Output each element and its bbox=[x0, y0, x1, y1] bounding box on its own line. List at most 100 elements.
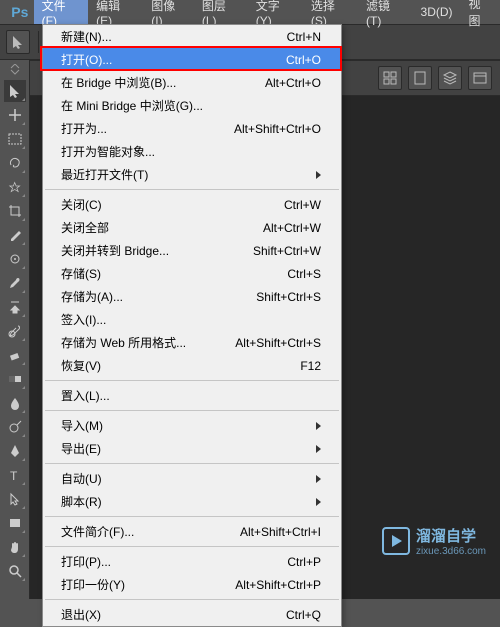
menu-item-label: 打开(O)... bbox=[61, 51, 112, 68]
menu-item-shortcut: Alt+Shift+Ctrl+P bbox=[235, 578, 321, 592]
menubar: Ps 文件(F)编辑(E)图像(I)图层(L)文字(Y)选择(S)滤镜(T)3D… bbox=[0, 0, 500, 24]
menu-item-9[interactable]: 关闭全部Alt+Ctrl+W bbox=[43, 216, 341, 239]
menu-item-label: 关闭(C) bbox=[61, 196, 102, 213]
menu-item-0[interactable]: 新建(N)...Ctrl+N bbox=[43, 25, 341, 48]
doc-icon[interactable] bbox=[408, 66, 432, 90]
menu-item-shortcut: Ctrl+N bbox=[287, 30, 321, 44]
menu-5[interactable]: 选择(S) bbox=[303, 0, 358, 24]
menu-item-10[interactable]: 关闭并转到 Bridge... Shift+Ctrl+W bbox=[43, 239, 341, 262]
eyedropper-tool[interactable] bbox=[4, 224, 26, 246]
menu-item-25[interactable]: 文件简介(F)...Alt+Shift+Ctrl+I bbox=[43, 520, 341, 543]
menu-7[interactable]: 3D(D) bbox=[413, 0, 461, 24]
menu-item-1[interactable]: 打开(O)... Ctrl+O bbox=[43, 48, 341, 71]
menu-item-label: 打印(P)... bbox=[61, 553, 111, 570]
hand-tool[interactable] bbox=[4, 536, 26, 558]
menu-item-shortcut: Alt+Ctrl+O bbox=[265, 76, 321, 90]
spot-heal-tool[interactable] bbox=[4, 248, 26, 270]
panel-collapse-icon[interactable] bbox=[4, 66, 26, 78]
watermark-sub: zixue.3d66.com bbox=[416, 546, 486, 557]
crop-tool[interactable] bbox=[4, 200, 26, 222]
pen-tool[interactable] bbox=[4, 440, 26, 462]
menu-item-shortcut: Ctrl+O bbox=[286, 53, 321, 67]
menu-separator bbox=[45, 546, 339, 547]
brush-tool[interactable] bbox=[4, 272, 26, 294]
menu-item-3[interactable]: 在 Mini Bridge 中浏览(G)... bbox=[43, 94, 341, 117]
menu-item-28[interactable]: 打印一份(Y) Alt+Shift+Ctrl+P bbox=[43, 573, 341, 596]
move-tool[interactable] bbox=[4, 80, 26, 102]
menu-item-4[interactable]: 打开为... Alt+Shift+Ctrl+O bbox=[43, 117, 341, 140]
rectangle-tool[interactable] bbox=[4, 512, 26, 534]
menu-item-27[interactable]: 打印(P)...Ctrl+P bbox=[43, 550, 341, 573]
menu-item-label: 签入(I)... bbox=[61, 311, 106, 328]
menu-item-shortcut: Alt+Shift+Ctrl+I bbox=[240, 525, 321, 539]
extras-icon[interactable] bbox=[468, 66, 492, 90]
menu-item-label: 导入(M) bbox=[61, 417, 103, 434]
menu-item-17[interactable]: 置入(L)... bbox=[43, 384, 341, 407]
app-logo: Ps bbox=[6, 3, 34, 21]
menu-item-2[interactable]: 在 Bridge 中浏览(B)... Alt+Ctrl+O bbox=[43, 71, 341, 94]
quick-select-tool[interactable] bbox=[4, 176, 26, 198]
arrange-icon[interactable] bbox=[378, 66, 402, 90]
tool-panel: T bbox=[0, 60, 30, 599]
tool-preset-button[interactable] bbox=[6, 30, 30, 54]
menu-item-22[interactable]: 自动(U) bbox=[43, 467, 341, 490]
menu-8[interactable]: 视图 bbox=[461, 0, 500, 24]
file-menu-dropdown: 新建(N)...Ctrl+N 打开(O)... Ctrl+O 在 Bridge 中浏览… bbox=[42, 24, 342, 627]
menu-item-15[interactable]: 恢复(V)F12 bbox=[43, 354, 341, 377]
menu-item-shortcut: Alt+Shift+Ctrl+O bbox=[234, 122, 321, 136]
zoom-tool[interactable] bbox=[4, 560, 26, 582]
menu-separator bbox=[45, 599, 339, 600]
blur-tool[interactable] bbox=[4, 392, 26, 414]
menu-item-12[interactable]: 存储为(A)...Shift+Ctrl+S bbox=[43, 285, 341, 308]
menu-separator bbox=[45, 410, 339, 411]
menu-item-label: 最近打开文件(T) bbox=[61, 166, 148, 183]
watermark-title: 溜溜自学 bbox=[416, 525, 486, 546]
menu-item-label: 脚本(R) bbox=[61, 493, 102, 510]
history-brush-tool[interactable] bbox=[4, 320, 26, 342]
menu-item-label: 在 Mini Bridge 中浏览(G)... bbox=[61, 97, 203, 114]
menu-item-14[interactable]: 存储为 Web 所用格式... Alt+Shift+Ctrl+S bbox=[43, 331, 341, 354]
menu-separator bbox=[45, 380, 339, 381]
menu-item-label: 在 Bridge 中浏览(B)... bbox=[61, 74, 176, 91]
menu-item-19[interactable]: 导入(M) bbox=[43, 414, 341, 437]
menu-item-13[interactable]: 签入(I)... bbox=[43, 308, 341, 331]
lasso-tool[interactable] bbox=[4, 152, 26, 174]
menu-item-23[interactable]: 脚本(R) bbox=[43, 490, 341, 513]
layers-icon[interactable] bbox=[438, 66, 462, 90]
menu-item-label: 打印一份(Y) bbox=[61, 576, 125, 593]
submenu-arrow-icon bbox=[316, 422, 321, 430]
menu-item-20[interactable]: 导出(E) bbox=[43, 437, 341, 460]
expand-tool[interactable] bbox=[4, 104, 26, 126]
eraser-tool[interactable] bbox=[4, 344, 26, 366]
menu-item-shortcut: Alt+Shift+Ctrl+S bbox=[235, 336, 321, 350]
menu-item-11[interactable]: 存储(S)Ctrl+S bbox=[43, 262, 341, 285]
svg-text:T: T bbox=[10, 469, 18, 483]
clone-tool[interactable] bbox=[4, 296, 26, 318]
menu-item-shortcut: Ctrl+W bbox=[284, 198, 321, 212]
menu-item-6[interactable]: 最近打开文件(T) bbox=[43, 163, 341, 186]
menu-2[interactable]: 图像(I) bbox=[143, 0, 194, 24]
menu-1[interactable]: 编辑(E) bbox=[88, 0, 143, 24]
menu-item-label: 关闭并转到 Bridge... bbox=[61, 242, 169, 259]
menu-item-label: 打开为... bbox=[61, 120, 107, 137]
menu-item-label: 置入(L)... bbox=[61, 387, 110, 404]
menu-item-label: 存储(S) bbox=[61, 265, 101, 282]
menu-separator bbox=[45, 463, 339, 464]
menu-4[interactable]: 文字(Y) bbox=[248, 0, 303, 24]
menu-0[interactable]: 文件(F) bbox=[34, 0, 89, 24]
menu-item-5[interactable]: 打开为智能对象... bbox=[43, 140, 341, 163]
menu-item-shortcut: Alt+Ctrl+W bbox=[263, 221, 321, 235]
path-select-tool[interactable] bbox=[4, 488, 26, 510]
type-tool[interactable]: T bbox=[4, 464, 26, 486]
menu-item-label: 存储为 Web 所用格式... bbox=[61, 334, 186, 351]
marquee-tool[interactable] bbox=[4, 128, 26, 150]
menu-item-shortcut: F12 bbox=[300, 359, 321, 373]
menu-3[interactable]: 图层(L) bbox=[194, 0, 248, 24]
menu-item-30[interactable]: 退出(X)Ctrl+Q bbox=[43, 603, 341, 626]
menu-item-shortcut: Shift+Ctrl+W bbox=[253, 244, 321, 258]
dodge-tool[interactable] bbox=[4, 416, 26, 438]
menu-item-8[interactable]: 关闭(C) Ctrl+W bbox=[43, 193, 341, 216]
menu-6[interactable]: 滤镜(T) bbox=[358, 0, 413, 24]
menu-item-label: 存储为(A)... bbox=[61, 288, 123, 305]
gradient-tool[interactable] bbox=[4, 368, 26, 390]
